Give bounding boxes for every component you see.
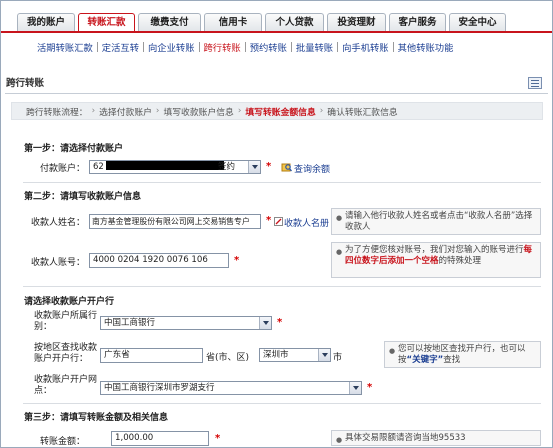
section-divider [23, 403, 541, 404]
payee-book-link[interactable]: 收款人名册 [284, 216, 329, 229]
chevron-down-icon [248, 161, 260, 173]
required-mark: * [277, 317, 283, 328]
flow-prefix: 跨行转账流程： [26, 107, 88, 118]
masked-account-number [105, 161, 224, 170]
flow-step-2: 填写收款账户信息 [163, 107, 234, 118]
amount-hint: ● 具体交易限额请咨询当地95533 [331, 430, 541, 446]
hint-bullet: ● [336, 248, 343, 256]
sub-nav: 活期转账汇款 定活互转 向企业转账 跨行转账 预约转账 批量转账 向手机转账 其… [37, 40, 453, 54]
subnav-to-enterprise[interactable]: 向企业转账 [148, 40, 195, 54]
payee-account-label: 收款人账号： [30, 258, 85, 268]
subnav-batch[interactable]: 批量转账 [296, 40, 333, 54]
flow-arrow: › [319, 106, 324, 116]
subnav-other[interactable]: 其他转账功能 [398, 40, 454, 54]
tab-credit-card[interactable]: 信用卡 [204, 13, 262, 31]
page-title: 跨行转账 [6, 78, 45, 89]
city-suffix: 市 [333, 353, 343, 363]
flow-step-3-current: 填写转账金额信息 [245, 107, 316, 118]
bank-type-select[interactable]: 中国工商银行 [100, 316, 272, 330]
payee-account-hint-text: 为了方便您核对账号，我们对您输入的账号进行 [345, 245, 524, 255]
step1-title: 第一步：请选择付款账户 [24, 144, 124, 154]
subnav-separator [96, 42, 98, 52]
required-mark: * [266, 161, 272, 172]
search-balance-icon [281, 163, 292, 172]
area-search-hint-tail: 查找 [443, 355, 461, 365]
tab-security-center[interactable]: 安全中心 [449, 13, 506, 31]
required-mark: * [266, 215, 272, 226]
province-input[interactable]: 广东省 [100, 348, 203, 363]
tab-payment[interactable]: 缴费支付 [138, 13, 201, 31]
step3-title: 第三步：请填写转账金额及相关信息 [24, 413, 169, 423]
subnav-separator [244, 42, 246, 52]
title-divider [5, 93, 548, 94]
payee-name-label: 收款人姓名： [30, 218, 85, 228]
bank-type-value: 中国工商银行 [104, 318, 156, 328]
bank-section-title: 请选择收款账户开户行 [24, 297, 115, 307]
amount-hint-text: 具体交易限额请咨询当地95533 [345, 433, 466, 443]
subnav-fixed-current[interactable]: 定活互转 [102, 40, 139, 54]
page-frame: 我的账户 转账汇款 缴费支付 信用卡 个人贷款 投资理财 客户服务 安全中心 活… [0, 0, 553, 448]
keyword-search-link[interactable]: “关键字” [407, 355, 444, 365]
amount-input[interactable]: 1,000.00 [111, 431, 209, 446]
tab-investment[interactable]: 投资理财 [327, 13, 386, 31]
city-select[interactable]: 深圳市 [259, 348, 331, 362]
branch-value: 中国工商银行深圳市罗湖支行 [104, 383, 215, 393]
section-divider [23, 286, 541, 287]
payer-account-select[interactable]: 62 签约 [89, 160, 261, 174]
transfer-flow-bar: 跨行转账流程： › 选择付款账户 › 填写收款账户信息 › 填写转账金额信息 ›… [11, 102, 543, 120]
payee-name-hint: ● 请输入他行收款人姓名或者点击“收款人名册”选择收款人 [331, 208, 541, 235]
tab-my-account[interactable]: 我的账户 [17, 13, 75, 31]
payee-account-input[interactable]: 4000 0204 1920 0076 106 [89, 253, 229, 268]
required-mark: * [215, 433, 221, 444]
subnav-separator [392, 42, 394, 52]
city-value: 深圳市 [263, 350, 289, 360]
query-balance-link[interactable]: 查询余额 [294, 162, 330, 175]
branch-label: 收款账户开户网点： [34, 375, 98, 396]
amount-label: 转账金额： [39, 437, 85, 447]
required-mark: * [234, 255, 240, 266]
chevron-down-icon [318, 349, 330, 361]
hint-bullet: ● [389, 347, 396, 355]
subnav-separator [337, 42, 339, 52]
area-search-hint: ● 您可以按地区查找开户行，也可以按“关键字”查找 [384, 341, 541, 368]
flow-step-1: 选择付款账户 [99, 107, 152, 118]
flow-arrow: › [155, 106, 160, 116]
payer-account-label: 付款账户： [39, 164, 85, 174]
flow-arrow: › [91, 106, 96, 116]
subnav-interbank[interactable]: 跨行转账 [204, 40, 241, 54]
main-nav: 我的账户 转账汇款 缴费支付 信用卡 个人贷款 投资理财 客户服务 安全中心 [17, 13, 509, 32]
payee-name-input[interactable]: 南方基金管理股份有限公司网上交易销售专户 [89, 214, 261, 229]
payee-name-hint-text: 请输入他行收款人姓名或者点击“收款人名册”选择收款人 [345, 211, 533, 232]
flow-step-4: 确认转账汇款信息 [327, 107, 398, 118]
subnav-current-transfer[interactable]: 活期转账汇款 [37, 40, 93, 54]
branch-select[interactable]: 中国工商银行深圳市罗湖支行 [100, 381, 362, 395]
required-mark: * [367, 382, 373, 393]
tab-underline [1, 31, 552, 33]
hint-bullet: ● [336, 436, 343, 444]
hint-bullet: ● [336, 214, 343, 222]
payee-account-hint-tail: 的特殊处理 [438, 256, 482, 266]
payer-account-prefix: 62 [93, 162, 104, 172]
subnav-separator [143, 42, 144, 52]
step2-title: 第二步：请填写收款账户信息 [24, 192, 142, 202]
area-search-label: 按地区查找收款账户开户行： [34, 343, 98, 364]
payee-account-hint: ● 为了方便您核对账号，我们对您输入的账号进行每四位数字后添加一个空格的特殊处理 [331, 242, 541, 278]
subnav-scheduled[interactable]: 预约转账 [250, 40, 287, 54]
tab-customer-service[interactable]: 客户服务 [389, 13, 446, 31]
tab-personal-loan[interactable]: 个人贷款 [265, 13, 324, 31]
subnav-separator [198, 42, 200, 52]
flow-arrow: › [237, 106, 242, 116]
chevron-down-icon [259, 317, 271, 329]
payee-book-icon [274, 217, 283, 226]
province-suffix: 省(市、区) [206, 353, 250, 363]
subnav-separator [290, 42, 292, 52]
bank-type-label: 收款账户所属行别： [34, 311, 98, 332]
payer-account-status: 签约 [218, 162, 236, 172]
collapse-icon[interactable] [528, 77, 542, 89]
section-divider [23, 182, 541, 183]
chevron-down-icon [349, 382, 361, 394]
tab-transfer[interactable]: 转账汇款 [78, 13, 135, 32]
subnav-to-mobile[interactable]: 向手机转账 [342, 40, 389, 54]
